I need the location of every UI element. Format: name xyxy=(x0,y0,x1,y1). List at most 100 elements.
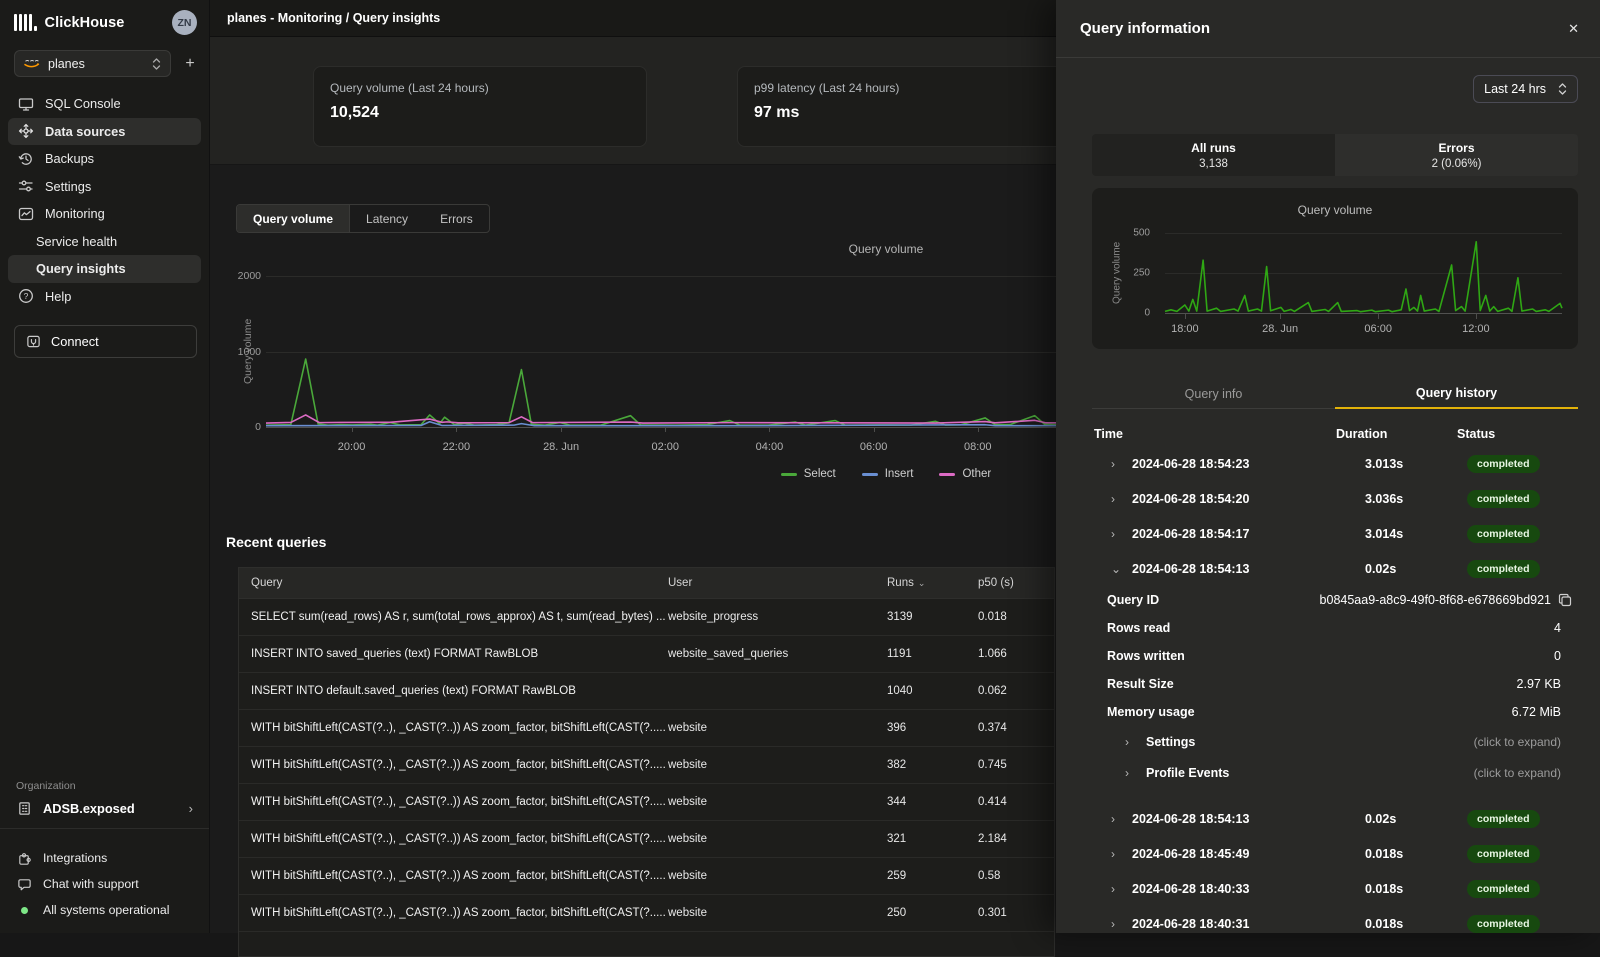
chart-tabs: Query volume Latency Errors xyxy=(236,204,490,233)
chart-tab[interactable]: Latency xyxy=(350,205,424,232)
close-icon[interactable]: ✕ xyxy=(1568,21,1579,37)
table-row[interactable]: WITH bitShiftLeft(CAST(?..), _CAST(?..))… xyxy=(239,858,1054,895)
status-badge: completed xyxy=(1467,915,1540,933)
table-row[interactable]: SELECT sum(read_rows) AS r, sum(total_ro… xyxy=(239,599,1054,636)
status-badge: completed xyxy=(1467,490,1540,508)
y-tick-label: 2000 xyxy=(238,270,261,282)
expand-chevron-icon[interactable]: › xyxy=(1111,917,1132,931)
monitoring-icon xyxy=(18,206,34,222)
panel-tab[interactable]: Query history xyxy=(1335,379,1578,409)
time-range-dropdown[interactable]: Last 24 hrs xyxy=(1473,75,1578,103)
table-row[interactable]: INSERT INTO saved_queries (text) FORMAT … xyxy=(239,636,1054,673)
sidebar-item-query-insights[interactable]: Query insights xyxy=(8,255,201,283)
detail-label: Rows written xyxy=(1107,649,1185,663)
chart-tab[interactable]: Query volume xyxy=(237,205,350,232)
expand-chevron-icon[interactable]: › xyxy=(1111,457,1132,471)
query-cell: WITH bitShiftLeft(CAST(?..), _CAST(?..))… xyxy=(239,870,668,882)
table-row[interactable]: WITH bitShiftLeft(CAST(?..), _CAST(?..))… xyxy=(239,710,1054,747)
sidebar-item-service-health[interactable]: Service health xyxy=(8,228,201,256)
x-tick-label: 28. Jun xyxy=(543,441,579,453)
table-row[interactable]: WITH bitShiftLeft(CAST(?..), _CAST(?..))… xyxy=(239,821,1054,858)
history-row[interactable]: › 2024-06-28 18:40:31 0.018s completed xyxy=(1092,906,1578,933)
history-row[interactable]: › 2024-06-28 18:45:49 0.018s completed xyxy=(1092,836,1578,871)
sidebar-item-data-sources[interactable]: Data sources xyxy=(8,118,201,146)
y-tick-label: 0 xyxy=(1144,308,1150,319)
user-cell: website xyxy=(668,759,887,771)
copy-icon[interactable] xyxy=(1558,593,1572,607)
y-tick-label: 500 xyxy=(1133,228,1150,239)
sidebar-item-monitoring[interactable]: Monitoring xyxy=(8,200,201,228)
sidebar-item-backups[interactable]: Backups xyxy=(8,145,201,173)
expandable-row[interactable]: › Settings (click to expand) xyxy=(1092,726,1578,757)
history-status: completed xyxy=(1457,490,1578,508)
recent-queries-table: Query User Runs⌄ p50 (s) SELECT sum(read… xyxy=(238,567,1055,957)
errors-segment[interactable]: Errors 2 (0.06%) xyxy=(1335,134,1578,176)
y-axis-tick-labels: 010002000 xyxy=(235,276,261,427)
runs-cell: 3139 xyxy=(887,611,978,623)
history-status: completed xyxy=(1457,845,1578,863)
sidebar-item-settings[interactable]: Settings xyxy=(8,173,201,201)
table-row[interactable]: WITH bitShiftLeft(CAST(?..), _CAST(?..))… xyxy=(239,747,1054,784)
p50-cell: 0.062 xyxy=(978,685,1054,697)
all-runs-segment[interactable]: All runs 3,138 xyxy=(1092,134,1335,176)
table-row[interactable]: INSERT INTO default.saved_queries (text)… xyxy=(239,673,1054,710)
detail-label: Rows read xyxy=(1107,621,1170,635)
expand-chevron-icon[interactable]: ⌄ xyxy=(1111,562,1132,576)
expandable-row[interactable]: › Profile Events (click to expand) xyxy=(1092,757,1578,788)
sidebar-item-label: Settings xyxy=(45,179,91,194)
mini-y-axis-tick-labels: 0250500 xyxy=(1120,233,1150,313)
avatar[interactable]: ZN xyxy=(172,10,197,35)
mini-chart-title: Query volume xyxy=(1092,203,1578,217)
expand-chevron-icon[interactable]: › xyxy=(1111,492,1132,506)
history-status: completed xyxy=(1457,880,1578,898)
history-row[interactable]: › 2024-06-28 18:54:13 0.02s completed xyxy=(1092,801,1578,836)
history-rows: › 2024-06-28 18:54:23 3.013s completed ›… xyxy=(1092,446,1578,586)
column-header-user[interactable]: User xyxy=(668,577,887,589)
chart-tab[interactable]: Errors xyxy=(424,205,489,232)
history-row[interactable]: › 2024-06-28 18:54:23 3.013s completed xyxy=(1092,446,1578,481)
organization-row[interactable]: ADSB.exposed › xyxy=(16,801,193,816)
panel-tab[interactable]: Query info xyxy=(1092,379,1335,409)
query-cell: WITH bitShiftLeft(CAST(?..), _CAST(?..))… xyxy=(239,907,668,919)
chart-tab-label: Latency xyxy=(366,212,408,226)
history-row[interactable]: › 2024-06-28 18:54:20 3.036s completed xyxy=(1092,481,1578,516)
runs-cell: 396 xyxy=(887,722,978,734)
history-status: completed xyxy=(1457,915,1578,933)
sidebar-item-label: Monitoring xyxy=(45,206,105,221)
query-cell: WITH bitShiftLeft(CAST(?..), _CAST(?..))… xyxy=(239,796,668,808)
history-row[interactable]: › 2024-06-28 18:54:17 3.014s completed xyxy=(1092,516,1578,551)
p50-cell: 0.018 xyxy=(978,611,1054,623)
sidebar-item-integrations[interactable]: Integrations xyxy=(0,845,209,871)
detail-row: Rows read 4 xyxy=(1092,614,1578,642)
column-header-query[interactable]: Query xyxy=(239,577,668,589)
sidebar-item-sql-console[interactable]: SQL Console xyxy=(8,90,201,118)
runs-cell: 1040 xyxy=(887,685,978,697)
expand-chevron-icon[interactable]: › xyxy=(1111,812,1132,826)
history-row[interactable]: ⌄ 2024-06-28 18:54:13 0.02s completed xyxy=(1092,551,1578,586)
expand-chevron-icon[interactable]: › xyxy=(1125,735,1146,749)
expand-chevron-icon[interactable]: › xyxy=(1111,847,1132,861)
sidebar-item-chat-support[interactable]: Chat with support xyxy=(0,871,209,897)
service-select[interactable]: planes xyxy=(14,50,171,77)
history-status: completed xyxy=(1457,455,1578,473)
expand-chevron-icon[interactable]: › xyxy=(1125,766,1146,780)
sidebar-item-help[interactable]: ? Help xyxy=(8,283,201,311)
table-row[interactable]: WITH bitShiftLeft(CAST(?..), _CAST(?..))… xyxy=(239,784,1054,821)
table-row[interactable]: WITH bitShiftLeft(CAST(?..), _CAST(?..))… xyxy=(239,895,1054,932)
column-header-status: Status xyxy=(1457,427,1578,441)
add-service-button[interactable]: + xyxy=(181,55,199,73)
query-information-panel: Query information ✕ Last 24 hrs All runs… xyxy=(1056,0,1600,933)
history-row[interactable]: › 2024-06-28 18:40:33 0.018s completed xyxy=(1092,871,1578,906)
sidebar-item-label: Backups xyxy=(45,151,94,166)
connect-button[interactable]: Connect xyxy=(14,325,197,358)
expand-chevron-icon[interactable]: › xyxy=(1111,882,1132,896)
history-duration: 0.02s xyxy=(1336,562,1457,576)
column-header-p50[interactable]: p50 (s) xyxy=(978,577,1054,589)
user-cell: website_progress xyxy=(668,611,887,623)
expand-chevron-icon[interactable]: › xyxy=(1111,527,1132,541)
detail-value: 2.97 KB xyxy=(1517,677,1561,691)
history-time: 2024-06-28 18:54:17 xyxy=(1132,527,1336,541)
sort-desc-icon: ⌄ xyxy=(918,578,926,588)
system-status-row[interactable]: All systems operational xyxy=(0,897,209,933)
column-header-runs[interactable]: Runs⌄ xyxy=(887,577,978,589)
